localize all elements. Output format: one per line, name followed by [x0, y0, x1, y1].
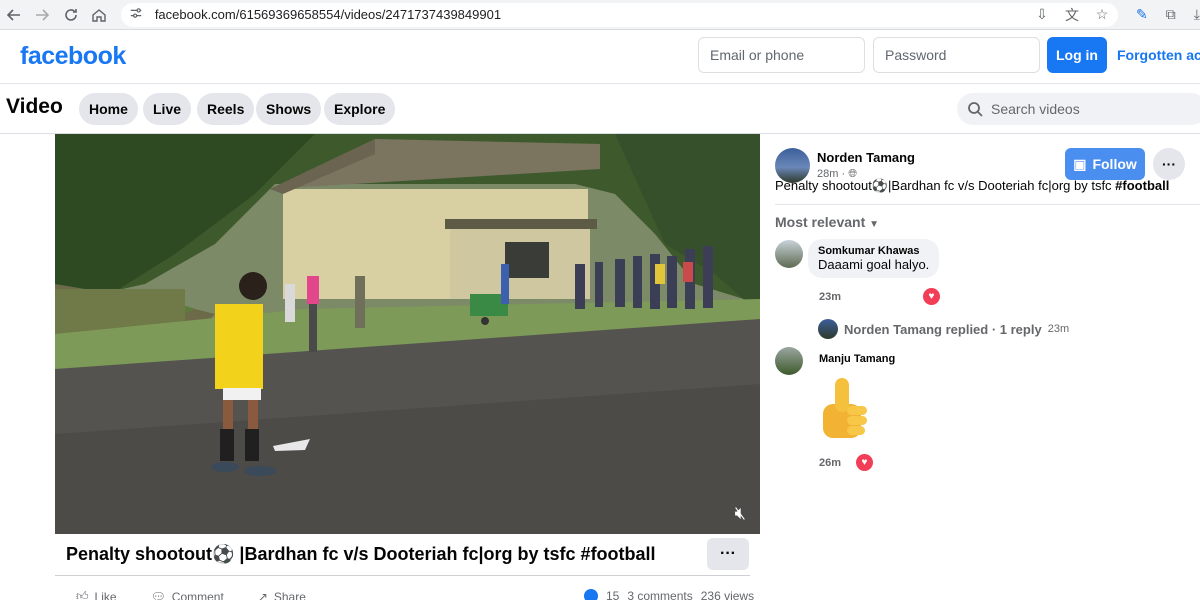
install-app-icon[interactable]: ⇩: [1034, 6, 1050, 23]
post-actions: 👍︎ Like 💬︎ Comment ↗ Share: [76, 589, 306, 600]
like-icon: 👍︎: [76, 589, 89, 600]
password-field[interactable]: Password: [873, 37, 1040, 73]
reply-time: 23m: [1047, 323, 1070, 335]
tab-live[interactable]: Live: [143, 93, 192, 125]
comment-time[interactable]: 26m: [819, 457, 841, 469]
extension-pen-icon[interactable]: ✎: [1136, 6, 1148, 23]
post-stats: 15 3 comments 236 views: [584, 589, 754, 600]
divider: [55, 575, 750, 576]
commenter-name[interactable]: Manju Tamang: [819, 353, 895, 365]
sort-label: Most relevant: [775, 214, 866, 230]
view-replies-link[interactable]: Norden Tamang replied · 1 reply 23m: [818, 319, 1069, 339]
tab-home[interactable]: Home: [79, 93, 138, 125]
comments-panel: Norden Tamang 28m · 🌐︎ ▣ Follow ··· Penal…: [761, 134, 1200, 600]
forward-icon[interactable]: [28, 0, 56, 30]
like-button[interactable]: 👍︎ Like: [76, 589, 117, 600]
hashtag-link[interactable]: #football: [1115, 178, 1169, 193]
share-label: Share: [273, 589, 306, 600]
comment-bubble: Somkumar Khawas Daaami goal halyo.: [808, 239, 940, 278]
commenter-avatar[interactable]: [775, 347, 803, 375]
thumbs-up-sticker-icon: [823, 378, 867, 438]
mute-icon[interactable]: 🔇︎: [735, 503, 746, 524]
comment-time[interactable]: 23m: [819, 291, 841, 303]
heart-reaction-icon[interactable]: ♥: [923, 288, 940, 305]
chevron-down-icon: ▼: [869, 219, 880, 230]
tab-shows[interactable]: Shows: [256, 93, 322, 125]
comment-label: Comment: [171, 589, 224, 600]
translate-icon[interactable]: 文: [1064, 7, 1080, 23]
author-name[interactable]: Norden Tamang: [817, 150, 915, 165]
video-nav: Video Home Live Reels Shows Explore Sear…: [0, 84, 1200, 134]
download-icon[interactable]: ⤓: [1194, 6, 1200, 23]
commenter-name[interactable]: Somkumar Khawas: [818, 245, 929, 257]
post-description: Penalty shootout⚽|Bardhan fc v/s Dooteri…: [775, 178, 1169, 194]
facebook-header: facebook Email or phone Password Log in …: [0, 30, 1200, 84]
reaction-count[interactable]: 15: [606, 589, 619, 600]
panel-more-button[interactable]: ···: [1153, 148, 1185, 180]
like-reaction-icon: [584, 589, 598, 600]
address-bar[interactable]: facebook.com/61569369658554/videos/24717…: [120, 2, 1119, 27]
follow-icon: ▣: [1073, 155, 1087, 172]
heart-reaction-icon[interactable]: ♥: [856, 454, 873, 471]
post-more-button[interactable]: ···: [707, 538, 749, 570]
comment-icon: 💬︎: [150, 589, 166, 600]
video-frame: [55, 134, 760, 534]
video-player[interactable]: 🔇︎: [55, 134, 760, 534]
back-icon[interactable]: [0, 0, 28, 30]
comment-button[interactable]: 💬︎ Comment: [151, 589, 224, 600]
search-videos-input[interactable]: Search videos: [957, 93, 1200, 125]
browser-toolbar: facebook.com/61569369658554/videos/24717…: [0, 0, 1200, 30]
like-label: Like: [94, 589, 117, 600]
share-button[interactable]: ↗ Share: [258, 589, 306, 600]
url-text: facebook.com/61569369658554/videos/24717…: [154, 7, 502, 22]
search-placeholder: Search videos: [991, 101, 1080, 117]
post-title: Penalty shootout⚽ |Bardhan fc v/s Dooter…: [66, 544, 656, 564]
reply-text: Norden Tamang replied · 1 reply: [844, 321, 1042, 337]
search-icon: [968, 102, 983, 117]
comment-count[interactable]: 3 comments: [627, 589, 692, 600]
view-count: 236 views: [700, 589, 755, 600]
site-info-icon[interactable]: [129, 6, 147, 23]
description-text: Penalty shootout⚽|Bardhan fc v/s Dooteri…: [775, 178, 1116, 193]
login-button[interactable]: Log in: [1047, 37, 1107, 73]
follow-label: Follow: [1092, 156, 1137, 172]
facebook-logo[interactable]: facebook: [20, 42, 126, 71]
page-title: Video: [6, 95, 63, 118]
follow-button[interactable]: ▣ Follow: [1065, 148, 1145, 180]
reply-avatar: [818, 319, 838, 339]
sort-dropdown[interactable]: Most relevant ▼: [775, 214, 879, 230]
tab-explore[interactable]: Explore: [324, 93, 396, 125]
home-icon[interactable]: [85, 0, 113, 30]
forgot-account-link[interactable]: Forgotten acc: [1117, 47, 1200, 63]
main-content: 🔇︎ Penalty shootout⚽ |Bardhan fc v/s Doo…: [0, 134, 1200, 600]
reload-icon[interactable]: [56, 0, 84, 30]
extensions-puzzle-icon[interactable]: ⧉: [1166, 6, 1176, 23]
commenter-avatar[interactable]: [775, 240, 803, 268]
email-field[interactable]: Email or phone: [698, 37, 865, 73]
comment-text: Daaami goal halyo.: [818, 257, 930, 272]
divider: [775, 204, 1200, 205]
bookmark-star-icon[interactable]: ☆: [1094, 6, 1110, 23]
tab-reels[interactable]: Reels: [197, 93, 255, 125]
share-icon: ↗: [257, 589, 268, 600]
